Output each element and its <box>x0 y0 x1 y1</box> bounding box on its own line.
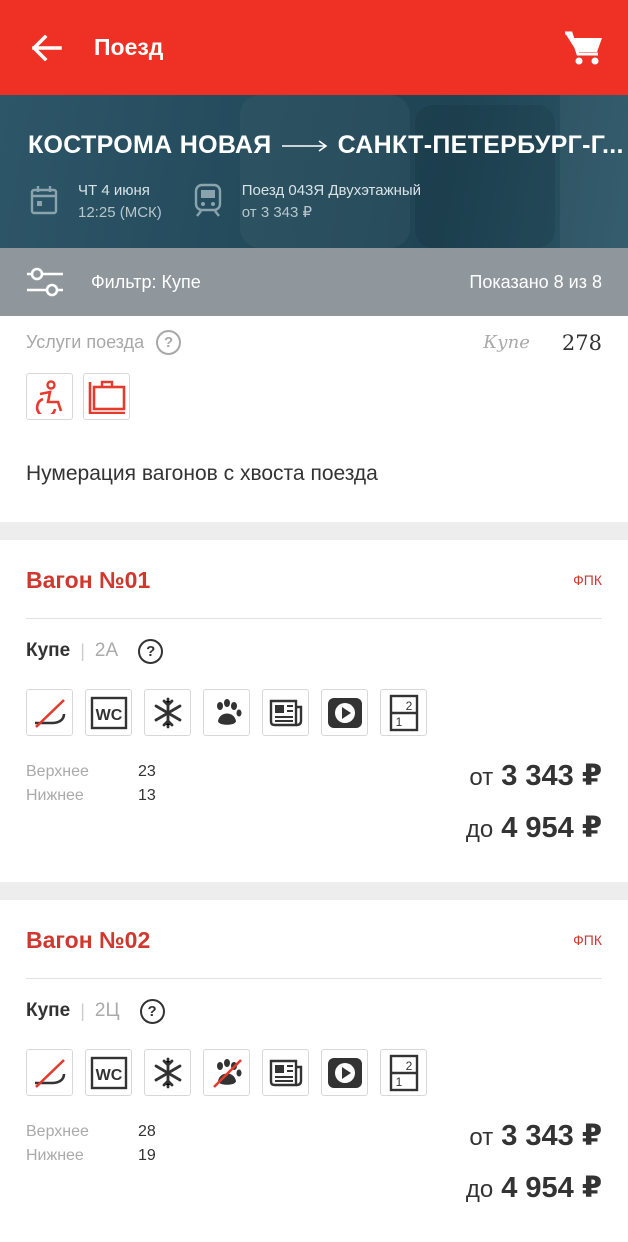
price-range: от 3 343 ₽ до 4 954 ₽ <box>466 1118 602 1222</box>
car-card[interactable]: Вагон №01 ФПК Купе | 2А ? WC 2 1 Верхнее… <box>0 540 628 882</box>
svg-text:WC: WC <box>95 707 122 724</box>
seat-count: 23 <box>138 763 156 780</box>
train-name: Поезд 043Я Двухэтажный <box>241 182 422 199</box>
carrier-name: ФПК <box>573 932 602 948</box>
separator: | <box>80 640 85 661</box>
departure-info: ЧТ 4 июня 12:25 (МСК) <box>28 180 162 224</box>
berth-icon[interactable]: 2 1 <box>380 1049 427 1096</box>
play-icon[interactable] <box>321 1049 368 1096</box>
filter-count: Показано 8 из 8 <box>469 271 602 292</box>
svg-text:2: 2 <box>405 1059 412 1073</box>
svg-text:1: 1 <box>395 1075 402 1089</box>
berth-icon[interactable]: 2 1 <box>380 689 427 736</box>
no-pets-icon[interactable] <box>203 1049 250 1096</box>
train-price-from: от 3 343 ₽ <box>241 204 313 221</box>
baggage-icon[interactable] <box>83 373 130 420</box>
train-info: Поезд 043Я Двухэтажный от 3 343 ₽ <box>192 180 421 224</box>
amenities: WC 2 1 <box>26 689 602 736</box>
route-to: САНКТ-ПЕТЕРБУРГ-Г... <box>337 131 624 159</box>
car-class: Купе <box>26 1000 71 1021</box>
wheelchair-icon[interactable] <box>26 373 73 420</box>
wc-icon[interactable]: WC <box>85 689 132 736</box>
car-title: Вагон №02 <box>26 926 151 953</box>
seat-count: 13 <box>138 787 156 804</box>
filter-bar[interactable]: Фильтр: Купе Показано 8 из 8 <box>0 248 628 316</box>
route-from: КОСТРОМА НОВАЯ <box>28 131 272 159</box>
car-class: Купе <box>26 640 71 661</box>
services-label: Услуги поезда <box>26 332 145 352</box>
separator: | <box>80 1000 85 1021</box>
divider <box>26 978 602 979</box>
cart-button[interactable] <box>564 28 604 68</box>
route-header: КОСТРОМА НОВАЯ САНКТ-ПЕТЕРБУРГ-Г... ЧТ 4… <box>0 95 628 248</box>
seat-count: 19 <box>138 1147 156 1164</box>
page-title: Поезд <box>94 34 164 60</box>
class-help-button[interactable]: ? <box>139 998 165 1024</box>
paw-icon[interactable] <box>203 689 250 736</box>
price-from-prefix: от <box>469 1124 494 1151</box>
service-class-code: 2Ц <box>94 1000 120 1021</box>
seat-count: 28 <box>138 1123 156 1140</box>
car-numbering-note: Нумерация вагонов с хвоста поезда <box>26 462 378 485</box>
play-icon[interactable] <box>321 689 368 736</box>
svg-text:1: 1 <box>395 715 402 729</box>
no-smoking-icon[interactable] <box>26 1049 73 1096</box>
services-help-button[interactable]: ? <box>156 330 182 355</box>
cart-icon <box>565 31 602 64</box>
train-icon <box>192 180 224 220</box>
back-button[interactable] <box>30 31 64 65</box>
snowflake-icon[interactable] <box>144 689 191 736</box>
seat-type-label: Верхнее <box>26 763 89 780</box>
seat-availability: Верхнее 23 Нижнее 13 <box>26 758 156 862</box>
car-card[interactable]: Вагон №02 ФПК Купе | 2Ц ? WC 2 1 Верхнее… <box>0 900 628 1242</box>
no-smoking-icon[interactable] <box>26 689 73 736</box>
service-class-code: 2А <box>94 640 119 661</box>
departure-time: 12:25 (МСК) <box>78 204 162 221</box>
price-from-prefix: от <box>469 764 494 791</box>
price-from: 3 343 ₽ <box>501 760 602 792</box>
car-title: Вагон №01 <box>26 566 151 593</box>
arrow-left-icon <box>32 34 62 61</box>
carrier-name: ФПК <box>573 572 602 588</box>
price-from: 3 343 ₽ <box>501 1120 602 1152</box>
svg-text:WC: WC <box>95 1067 122 1084</box>
seat-type-label: Нижнее <box>26 787 84 804</box>
price-to: 4 954 ₽ <box>501 812 602 844</box>
amenities: WC 2 1 <box>26 1049 602 1096</box>
app-bar: Поезд <box>0 0 628 95</box>
newspaper-icon[interactable] <box>262 1049 309 1096</box>
departure-date: ЧТ 4 июня <box>78 182 150 199</box>
snowflake-icon[interactable] <box>144 1049 191 1096</box>
divider <box>26 618 602 619</box>
class-name: Купе <box>483 332 530 353</box>
route-title: КОСТРОМА НОВАЯ САНКТ-ПЕТЕРБУРГ-Г... <box>28 131 628 160</box>
seat-type-label: Нижнее <box>26 1147 84 1164</box>
train-services: Услуги поезда ? Купе 278 Нумерация вагон… <box>0 316 628 522</box>
class-seat-count: 278 <box>561 330 602 355</box>
class-help-button[interactable]: ? <box>138 638 164 664</box>
sliders-icon <box>26 265 66 299</box>
filter-label: Фильтр: Купе <box>91 271 201 292</box>
long-arrow-right-icon <box>281 139 328 153</box>
price-to-prefix: до <box>465 816 494 843</box>
seat-availability: Верхнее 28 Нижнее 19 <box>26 1118 156 1222</box>
price-range: от 3 343 ₽ до 4 954 ₽ <box>466 758 602 862</box>
seat-type-label: Верхнее <box>26 1123 89 1140</box>
svg-text:2: 2 <box>405 699 412 713</box>
wc-icon[interactable]: WC <box>85 1049 132 1096</box>
newspaper-icon[interactable] <box>262 689 309 736</box>
calendar-icon <box>28 180 60 220</box>
